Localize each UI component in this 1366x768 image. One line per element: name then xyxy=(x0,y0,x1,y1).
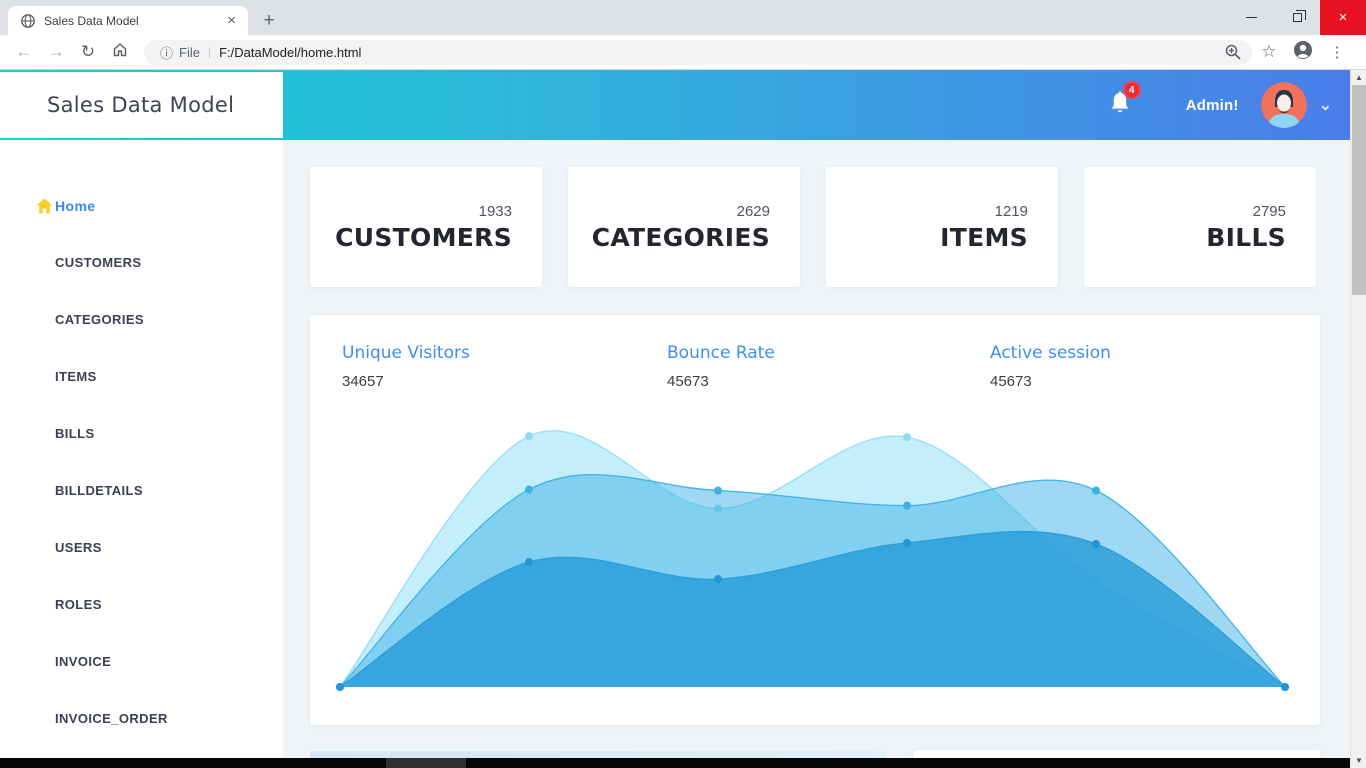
browser-home-button[interactable] xyxy=(104,42,136,62)
stat-label: BILLS xyxy=(1206,223,1286,252)
sidebar-item-label: Home xyxy=(55,198,96,214)
browser-toolbar: ← → ↻ ⓘ File | F:/DataModel/home.html ☆ … xyxy=(0,35,1366,70)
profile-icon[interactable] xyxy=(1286,40,1320,65)
stat-card-items: 1219 ITEMS xyxy=(826,167,1058,287)
app-header: Sales Data Model 4 Admin! xyxy=(0,70,1350,140)
sidebar-item-billdetails[interactable]: BILLDETAILS xyxy=(0,462,283,519)
scrollbar-thumb[interactable] xyxy=(1352,85,1366,295)
scroll-up-button[interactable]: ▲ xyxy=(1351,70,1366,85)
home-outline-icon xyxy=(112,42,128,57)
page-scrollbar[interactable]: ▲ ▼ xyxy=(1350,70,1366,768)
sidebar-item-items[interactable]: ITEMS xyxy=(0,348,283,405)
user-greeting: Admin! xyxy=(1186,97,1239,114)
browser-tab[interactable]: Sales Data Model × xyxy=(8,6,248,35)
sidebar-item-categories[interactable]: CATEGORIES xyxy=(0,291,283,348)
sidebar-item-users[interactable]: USERS xyxy=(0,519,283,576)
footer-bar xyxy=(0,758,1350,768)
tab-close-icon[interactable]: × xyxy=(223,12,240,29)
reload-button[interactable]: ↻ xyxy=(72,42,104,62)
sidebar-item-home[interactable]: Home xyxy=(0,177,283,234)
metric-value: 34657 xyxy=(342,373,642,390)
sidebar-item-label: INVOICE xyxy=(55,654,111,669)
url-path: F:/DataModel/home.html xyxy=(219,45,361,60)
close-window-button[interactable]: × xyxy=(1320,0,1366,35)
area-chart xyxy=(340,415,1285,691)
stat-label: ITEMS xyxy=(940,223,1028,252)
restore-button[interactable] xyxy=(1274,0,1320,35)
restore-icon xyxy=(1293,13,1302,22)
app-title: Sales Data Model xyxy=(47,93,234,117)
back-button[interactable]: ← xyxy=(8,42,40,62)
sidebar-item-roles[interactable]: ROLES xyxy=(0,576,283,633)
sidebar-item-label: CATEGORIES xyxy=(55,312,144,327)
new-tab-button[interactable]: + xyxy=(256,8,282,34)
metric-label: Unique Visitors xyxy=(342,343,642,363)
stat-label: CATEGORIES xyxy=(592,223,770,252)
stat-label: CUSTOMERS xyxy=(335,223,512,252)
zoom-icon[interactable] xyxy=(1224,43,1242,61)
metric-value: 45673 xyxy=(990,373,1290,390)
metric-active-session: Active session 45673 xyxy=(990,343,1290,390)
forward-button[interactable]: → xyxy=(40,42,72,62)
window-controls: × xyxy=(1228,0,1366,35)
stat-card-categories: 2629 CATEGORIES xyxy=(568,167,800,287)
stat-value: 2629 xyxy=(737,203,770,220)
info-icon[interactable]: ⓘ xyxy=(160,43,173,62)
stat-value: 1219 xyxy=(995,203,1028,220)
stat-value: 2795 xyxy=(1253,203,1286,220)
notifications-button[interactable]: 4 xyxy=(1108,90,1134,120)
stat-card-customers: 1933 CUSTOMERS xyxy=(310,167,542,287)
globe-icon xyxy=(20,13,36,29)
sidebar-item-label: INVOICE_ORDER xyxy=(55,711,168,726)
sidebar-item-label: BILLDETAILS xyxy=(55,483,143,498)
address-bar[interactable]: ⓘ File | F:/DataModel/home.html xyxy=(144,40,1252,65)
visitors-chart-card: Unique Visitors 34657 Bounce Rate 45673 … xyxy=(310,315,1320,725)
metric-unique-visitors: Unique Visitors 34657 xyxy=(342,343,642,390)
scroll-down-button[interactable]: ▼ xyxy=(1351,753,1366,768)
url-divider: | xyxy=(208,45,211,59)
metric-value: 45673 xyxy=(667,373,967,390)
sidebar-item-label: BILLS xyxy=(55,426,95,441)
minimize-icon xyxy=(1246,17,1257,18)
sidebar-item-label: ITEMS xyxy=(55,369,97,384)
minimize-button[interactable] xyxy=(1228,0,1274,35)
sidebar-item-label: ROLES xyxy=(55,597,102,612)
sidebar-item-invoice[interactable]: INVOICE xyxy=(0,633,283,690)
metric-label: Active session xyxy=(990,343,1290,363)
stat-value: 1933 xyxy=(479,203,512,220)
page-viewport: Sales Data Model 4 Admin! xyxy=(0,70,1366,768)
notification-badge: 4 xyxy=(1123,81,1141,99)
home-icon xyxy=(36,198,53,214)
metric-label: Bounce Rate xyxy=(667,343,967,363)
sidebar: Home CUSTOMERS CATEGORIES ITEMS BILLS BI… xyxy=(0,140,283,768)
sidebar-item-label: CUSTOMERS xyxy=(55,255,141,270)
bookmark-star-icon[interactable]: ☆ xyxy=(1252,42,1286,62)
browser-menu-icon[interactable]: ⋮ xyxy=(1320,43,1354,61)
sidebar-item-invoice-order[interactable]: INVOICE_ORDER xyxy=(0,690,283,747)
sidebar-item-bills[interactable]: BILLS xyxy=(0,405,283,462)
stat-card-bills: 2795 BILLS xyxy=(1084,167,1316,287)
browser-tabstrip: Sales Data Model × + × xyxy=(0,0,1366,35)
sidebar-item-label: USERS xyxy=(55,540,102,555)
url-scheme: File xyxy=(179,45,200,60)
footer-bar-segment xyxy=(386,758,466,768)
metric-bounce-rate: Bounce Rate 45673 xyxy=(667,343,967,390)
stats-row: 1933 CUSTOMERS 2629 CATEGORIES 1219 ITEM… xyxy=(310,167,1320,287)
sidebar-item-customers[interactable]: CUSTOMERS xyxy=(0,234,283,291)
brand-box: Sales Data Model xyxy=(0,72,283,138)
avatar[interactable] xyxy=(1261,82,1307,128)
tab-title: Sales Data Model xyxy=(44,14,223,28)
user-menu-chevron-icon[interactable]: ⌄ xyxy=(1319,95,1332,115)
